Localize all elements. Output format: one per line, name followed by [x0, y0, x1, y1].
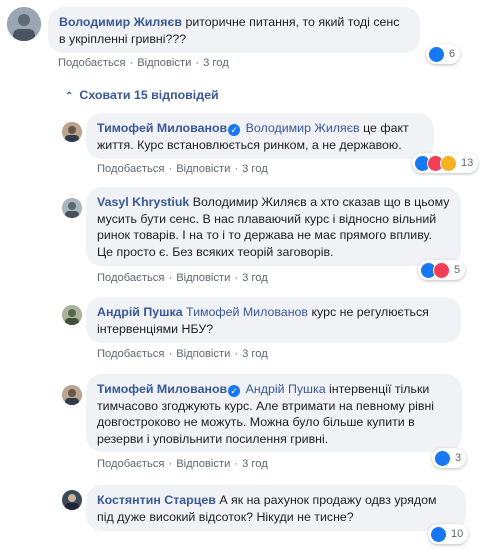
comment-bubble: Володимир Жиляєв риторичне питання, то я…: [48, 7, 420, 53]
reaction-count: 6: [449, 48, 456, 60]
comment-actions: Подобається · Відповісти · 3 год: [58, 57, 229, 69]
reply-link[interactable]: Відповісти: [176, 163, 230, 175]
avatar[interactable]: [62, 490, 82, 510]
like-link[interactable]: Подобається: [58, 57, 125, 69]
separator-dot: ·: [195, 57, 200, 69]
separator-dot: ·: [234, 272, 239, 284]
separator-dot: ·: [129, 57, 134, 69]
hide-replies-link[interactable]: ⌃ Сховати 15 відповідей: [65, 88, 219, 102]
mention-link[interactable]: Володимир Жиляєв: [246, 121, 360, 135]
reaction-count: 3: [455, 452, 462, 464]
avatar-photo-icon: [62, 490, 82, 510]
mention-link[interactable]: Володимир Жиляєв: [193, 195, 307, 209]
reaction-count: 10: [451, 528, 464, 540]
avatar[interactable]: [7, 7, 41, 41]
verified-badge-icon: ✓: [228, 124, 241, 136]
comment-author[interactable]: Костянтин Старцев: [97, 493, 216, 507]
reaction-summary[interactable]: 6: [426, 44, 461, 64]
like-reaction-icon: [434, 449, 451, 467]
reply-link[interactable]: Відповісти: [176, 348, 230, 360]
separator-dot: ·: [168, 458, 173, 470]
comment-author[interactable]: Тимофей Милованов: [97, 382, 227, 396]
like-link[interactable]: Подобається: [97, 163, 164, 175]
mention-link[interactable]: Тимофей Милованов: [186, 305, 308, 319]
avatar[interactable]: [62, 198, 82, 218]
hide-replies-label: Сховати 15 відповідей: [79, 88, 219, 102]
comment-time[interactable]: 3 год: [242, 272, 268, 284]
comment-bubble: Тимофей Милованов ✓ Володимир Жиляєв це ф…: [86, 113, 434, 159]
avatar[interactable]: [62, 385, 82, 405]
like-reaction-icon: [430, 525, 447, 543]
reaction-summary[interactable]: 5: [418, 260, 466, 280]
comment-actions: Подобається · Відповісти · 3 год: [97, 348, 268, 360]
comment-author[interactable]: Тимофей Милованов: [97, 121, 227, 135]
separator-dot: ·: [168, 348, 173, 360]
separator-dot: ·: [234, 348, 239, 360]
comment-bubble: Андрій Пушка Тимофей Милованов курс не р…: [86, 297, 461, 343]
reaction-summary[interactable]: 3: [432, 448, 467, 468]
comment-actions: Подобається · Відповісти · 3 год: [97, 458, 268, 470]
reaction-count: 5: [454, 264, 461, 276]
mention-link[interactable]: Андрій Пушка: [246, 382, 326, 396]
like-link[interactable]: Подобається: [97, 458, 164, 470]
separator-dot: ·: [168, 272, 173, 284]
comment-bubble: Vasyl Khrystiuk Володимир Жиляєв а хто с…: [86, 187, 461, 266]
separator-dot: ·: [234, 163, 239, 175]
comment-actions: Подобається · Відповісти · 3 год: [97, 163, 268, 175]
haha-reaction-icon: [440, 154, 457, 172]
avatar-photo-icon: [62, 385, 82, 405]
like-reaction-icon: [428, 45, 445, 63]
separator-dot: ·: [168, 163, 173, 175]
avatar-photo-icon: [62, 198, 82, 218]
avatar-photo-icon: [62, 122, 82, 142]
comment-bubble: Костянтин Старцев А як на рахунок продаж…: [86, 485, 466, 531]
comment-time[interactable]: 3 год: [242, 348, 268, 360]
reply-link[interactable]: Відповісти: [137, 57, 191, 69]
chevron-up-icon: ⌃: [65, 91, 74, 102]
reply-link[interactable]: Відповісти: [176, 272, 230, 284]
separator-dot: ·: [234, 458, 239, 470]
comment-time[interactable]: 3 год: [242, 458, 268, 470]
like-link[interactable]: Подобається: [97, 272, 164, 284]
comment-author[interactable]: Володимир Жиляєв: [59, 15, 182, 29]
avatar-photo-icon: [7, 7, 41, 41]
reaction-count: 13: [461, 157, 474, 169]
verified-badge-icon: ✓: [228, 385, 241, 397]
avatar[interactable]: [62, 122, 82, 142]
comment-time[interactable]: 3 год: [203, 57, 229, 69]
like-link[interactable]: Подобається: [97, 348, 164, 360]
comment-author[interactable]: Vasyl Khrystiuk: [97, 195, 189, 209]
avatar-photo-icon: [62, 305, 82, 325]
reply-link[interactable]: Відповісти: [176, 458, 230, 470]
love-reaction-icon: [433, 261, 450, 279]
reaction-summary[interactable]: 13: [412, 153, 479, 173]
comment-actions: Подобається · Відповісти · 3 год: [97, 272, 268, 284]
reaction-summary[interactable]: 10: [428, 524, 469, 544]
comment-bubble: Тимофей Милованов ✓ Андрій Пушка інтервен…: [86, 374, 462, 452]
comment-author[interactable]: Андрій Пушка: [97, 305, 183, 319]
avatar[interactable]: [62, 305, 82, 325]
comment-time[interactable]: 3 год: [242, 163, 268, 175]
